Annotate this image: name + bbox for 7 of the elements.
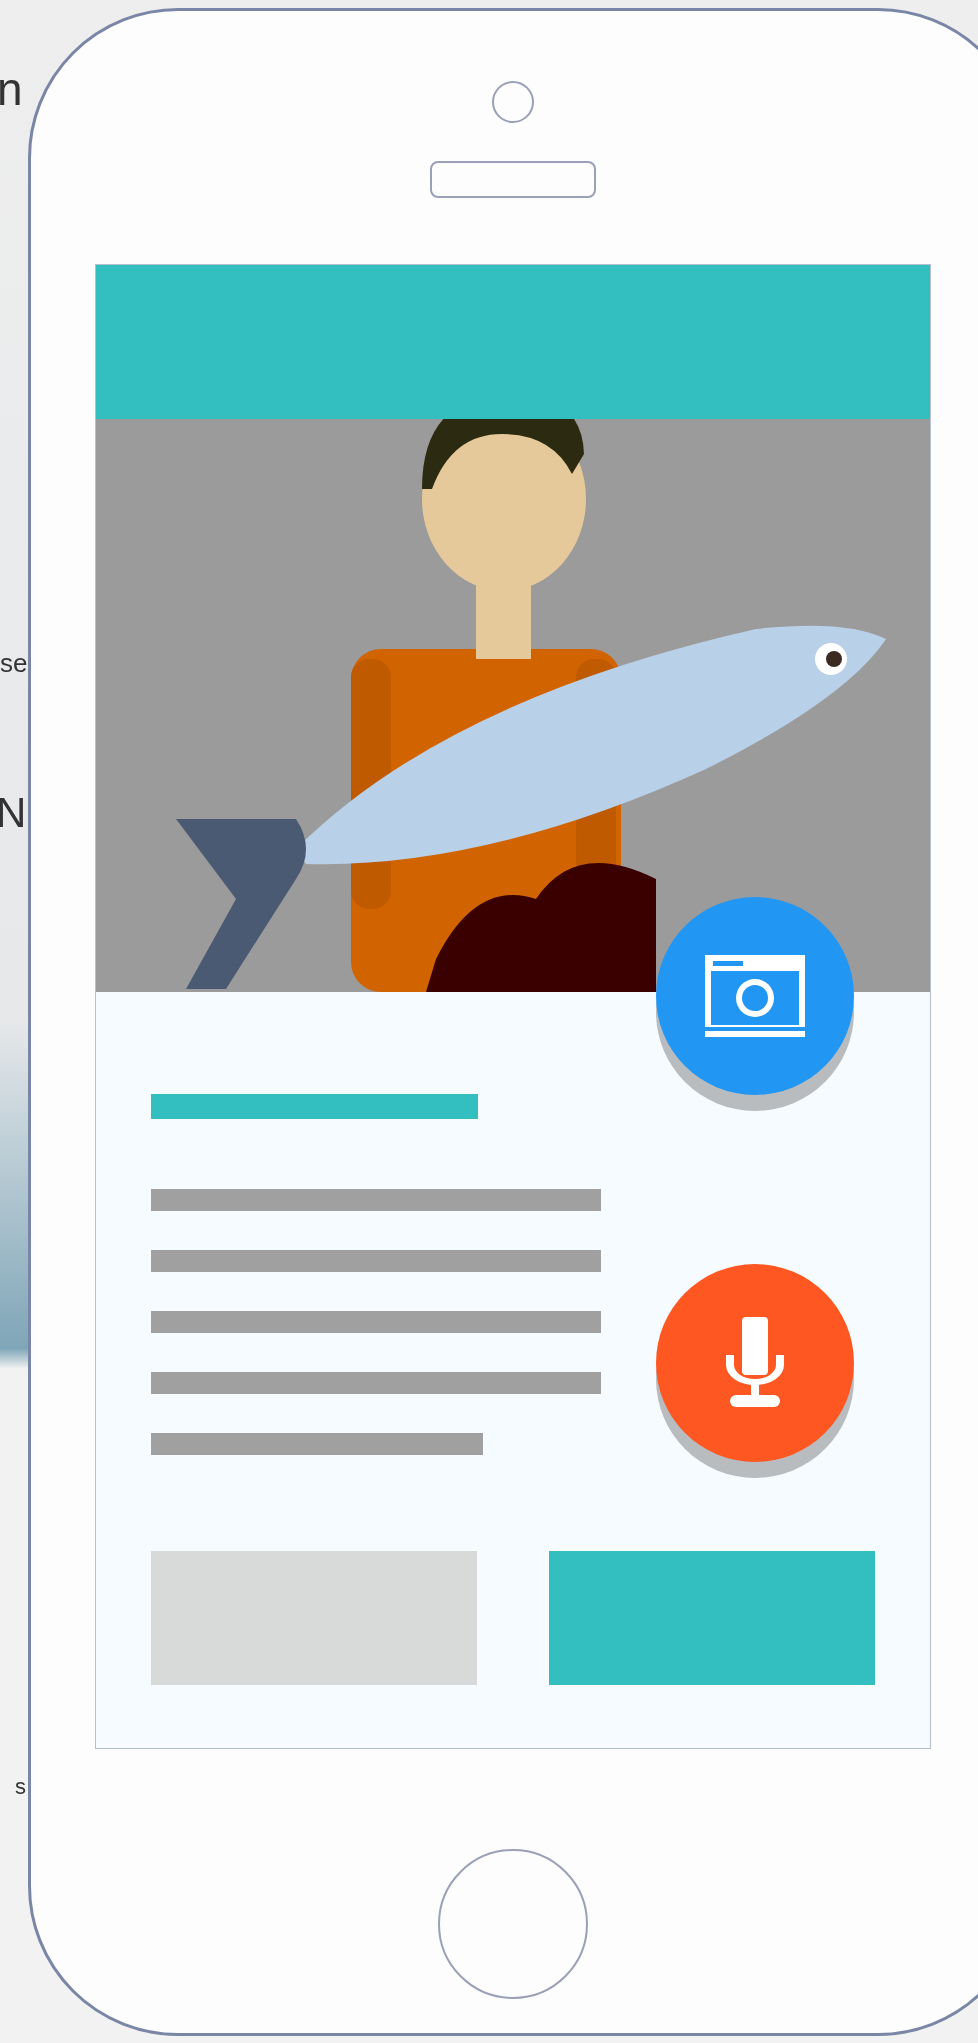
camera-icon xyxy=(705,955,805,1037)
background-text: N xyxy=(0,792,27,834)
background-text: s xyxy=(15,1776,26,1798)
phone-camera xyxy=(492,81,534,123)
background-text: se xyxy=(0,650,28,676)
home-button[interactable] xyxy=(438,1849,588,1999)
background-text: n xyxy=(0,66,23,112)
